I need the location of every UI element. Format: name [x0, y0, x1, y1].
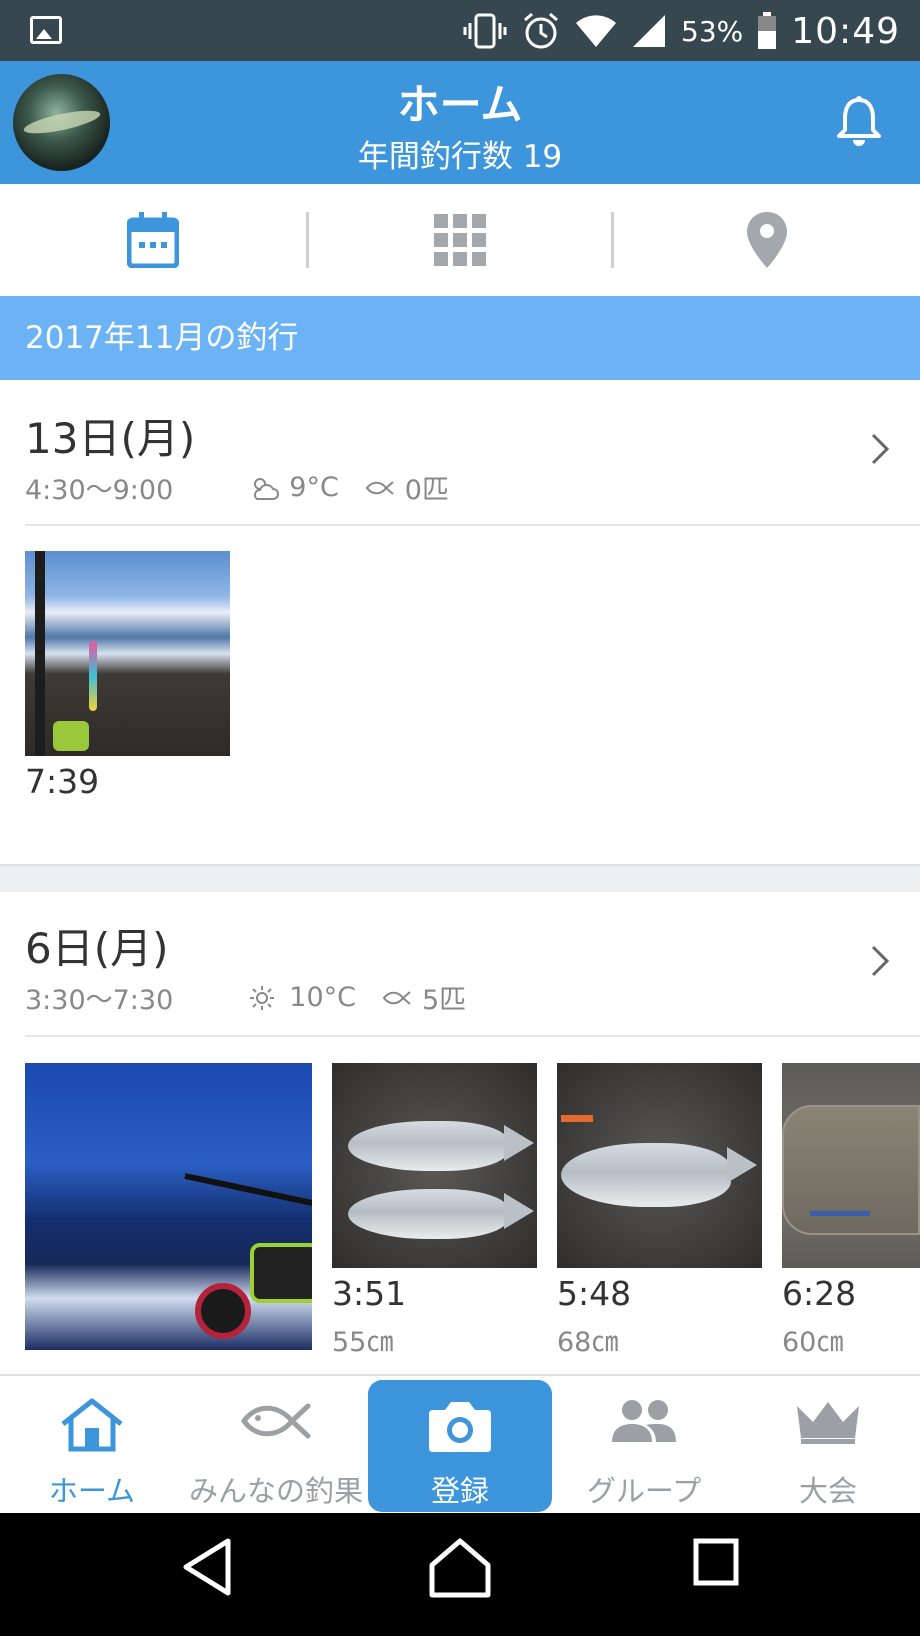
trip-header[interactable]: 6日(月) 3:30〜7:30 10°C 5匹: [0, 892, 920, 1037]
divider: [25, 1035, 920, 1037]
trip-date: 13日(月): [25, 414, 196, 463]
gallery-notification-icon: [30, 16, 62, 44]
grid-icon: [434, 214, 486, 266]
alarm-icon: [524, 12, 558, 49]
group-icon: [612, 1400, 676, 1442]
battery-icon: [758, 12, 777, 49]
nav-tournament[interactable]: 大会: [736, 1376, 920, 1515]
home-icon: [61, 1398, 123, 1452]
clock: 10:49: [791, 10, 900, 52]
signal-icon: [633, 15, 666, 47]
recents-icon[interactable]: [692, 1535, 748, 1595]
trip-temperature: 10°C: [289, 982, 356, 1013]
fish-icon: [382, 990, 411, 1005]
trip-time-range: 4:30〜9:00: [25, 475, 174, 506]
trip-catch-count: 0匹: [404, 475, 449, 506]
view-tabs: [0, 184, 920, 296]
photo-thumbnail[interactable]: [782, 1063, 920, 1268]
photo-time: 7:39: [25, 762, 100, 801]
photo-time: 5:48: [557, 1274, 632, 1313]
cloud-sun-icon: [254, 477, 280, 500]
app-header: ホーム 年間釣行数 19: [0, 61, 920, 184]
month-banner: 2017年11月の釣行: [0, 296, 920, 380]
vibrate-icon: [463, 13, 507, 49]
photo-time: 6:28: [782, 1274, 857, 1313]
photo-thumbnail[interactable]: [557, 1063, 762, 1268]
fish-size: 60㎝: [782, 1327, 844, 1358]
back-icon[interactable]: [178, 1535, 238, 1599]
bottom-navigation: ホーム みんなの釣果 登録 グループ 大会: [0, 1374, 920, 1513]
trip-meta: 4:30〜9:00 9°C 0匹: [25, 468, 449, 507]
tab-map[interactable]: [614, 184, 920, 296]
divider: [25, 524, 920, 526]
chevron-right-icon: [871, 433, 890, 465]
chevron-right-icon: [871, 945, 890, 977]
fish-size: 55㎝: [332, 1327, 394, 1358]
crown-icon: [797, 1402, 859, 1444]
home-button-icon[interactable]: [428, 1535, 492, 1599]
sun-icon: [250, 985, 275, 1010]
fish-size: 68㎝: [557, 1327, 619, 1358]
nav-home-label: ホーム: [48, 1474, 136, 1508]
photo-thumbnail[interactable]: [25, 551, 230, 756]
nav-everyones-catch[interactable]: みんなの釣果: [184, 1376, 368, 1515]
calendar-icon: [127, 212, 179, 268]
trip-meta: 3:30〜7:30 10°C 5匹: [25, 978, 466, 1017]
section-separator: [0, 864, 920, 892]
nav-group[interactable]: グループ: [552, 1376, 736, 1515]
system-navigation-bar: [0, 1513, 920, 1636]
trip-date: 6日(月): [25, 924, 169, 973]
trip-temperature: 9°C: [289, 472, 339, 503]
camera-icon: [429, 1402, 491, 1452]
photo-time: 3:51: [332, 1274, 407, 1313]
photo-thumbnail[interactable]: [332, 1063, 537, 1268]
map-pin-icon: [747, 212, 787, 268]
nav-group-label: グループ: [586, 1474, 702, 1508]
status-bar: 53% 10:49: [0, 0, 920, 61]
annual-trip-count: 年間釣行数 19: [357, 139, 563, 175]
nav-register-button[interactable]: 登録: [368, 1380, 552, 1512]
battery-percent: 53%: [681, 14, 744, 48]
nav-tournament-label: 大会: [798, 1474, 857, 1508]
nav-everyones-catch-label: みんなの釣果: [188, 1474, 363, 1508]
trip-catch-count: 5匹: [421, 985, 467, 1016]
tab-calendar[interactable]: [0, 184, 306, 296]
bell-icon[interactable]: [836, 96, 882, 148]
fish-icon: [365, 480, 394, 495]
photo-thumbnail[interactable]: [25, 1063, 312, 1350]
wifi-icon: [576, 15, 617, 47]
page-title: ホーム: [397, 80, 523, 129]
tab-grid[interactable]: [307, 184, 613, 296]
trip-time-range: 3:30〜7:30: [25, 985, 174, 1016]
fish-icon: [240, 1403, 311, 1439]
nav-register-label: 登録: [430, 1474, 489, 1508]
trip-header[interactable]: 13日(月) 4:30〜9:00 9°C 0匹: [0, 380, 920, 525]
nav-home[interactable]: ホーム: [0, 1376, 184, 1515]
